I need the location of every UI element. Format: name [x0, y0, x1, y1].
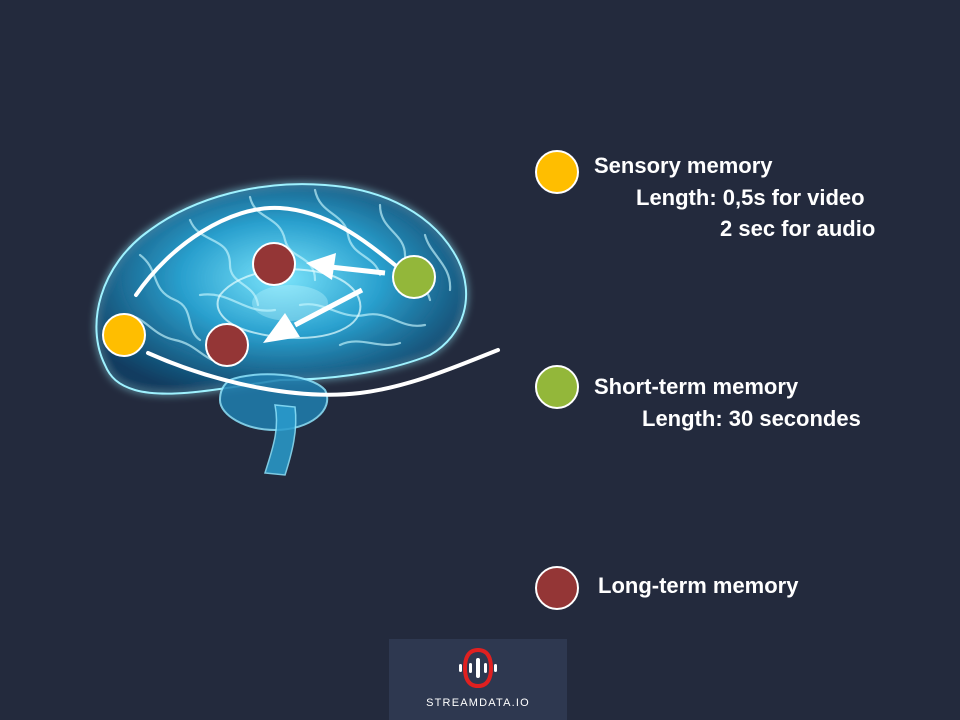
long-term-title: Long-term memory: [598, 573, 799, 598]
sensory-legend-dot: [535, 150, 579, 194]
short-term-legend-dot: [535, 365, 579, 409]
long-term-marker: [205, 323, 249, 367]
logo-text: STREAMDATA.IO: [426, 697, 530, 709]
sensory-length-audio: 2 sec for audio: [720, 216, 876, 241]
long-term-legend-dot: [535, 566, 579, 610]
sensory-marker: [102, 313, 146, 357]
sensory-length: Length: 0,5s for video: [636, 185, 865, 210]
short-term-length: Length: 30 secondes: [642, 406, 861, 431]
short-term-marker: [392, 255, 436, 299]
sensory-title: Sensory memory: [594, 153, 773, 178]
brain-illustration: [95, 183, 500, 476]
long-term-marker: [252, 242, 296, 286]
short-term-title: Short-term memory: [594, 374, 799, 399]
streamdata-logo: STREAMDATA.IO: [389, 639, 567, 720]
memory-slide: Sensory memory Length: 0,5s for video 2 …: [0, 0, 960, 720]
streamdata-logo-icon: [459, 648, 497, 688]
